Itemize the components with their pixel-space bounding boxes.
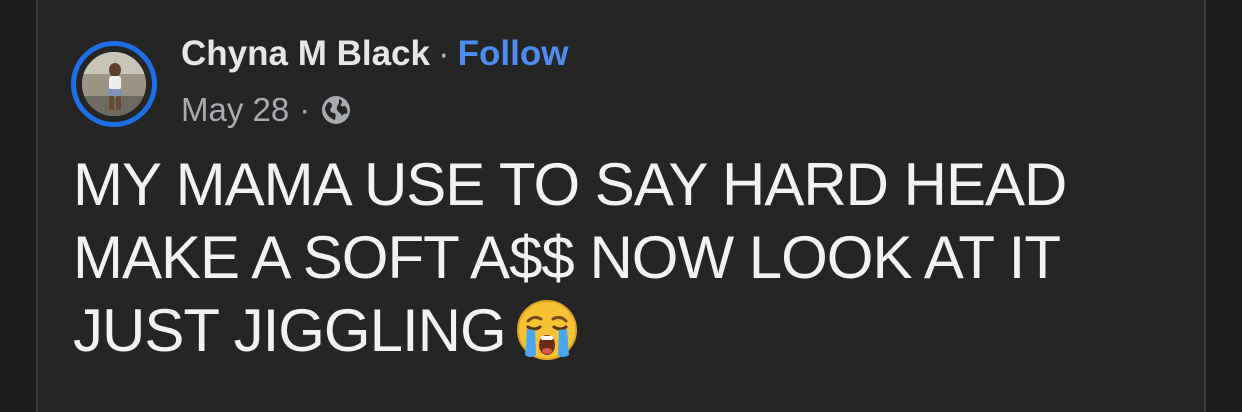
post-body: MY MAMA USE TO SAY HARD HEAD MAKE A SOFT… [73,148,1183,367]
avatar-story-ring[interactable] [71,41,157,127]
follow-button[interactable]: Follow [458,34,569,73]
separator-dot: · [437,34,450,73]
author-name[interactable]: Chyna M Black [181,34,430,73]
post-text-line-content: JUST JIGGLING [73,297,507,364]
card-border-right [1204,0,1206,412]
globe-icon [320,94,352,126]
page-margin-left [0,0,36,412]
post-header: Chyna M Black · Follow May 28 · [181,32,568,130]
card-border-left [36,0,38,412]
page-margin-right [1206,0,1242,412]
post-meta: May 28 · [181,90,568,130]
loudly-crying-face-emoji-icon [516,299,578,361]
meta-separator: · [299,91,311,128]
post-date[interactable]: May 28 [181,90,289,130]
author-line: Chyna M Black · Follow [181,32,568,76]
avatar[interactable] [82,52,146,116]
post-text-line: JUST JIGGLING [73,294,1183,367]
post-text-line: MAKE A SOFT A$$ NOW LOOK AT IT [73,224,1061,291]
post-card: Chyna M Black · Follow May 28 · MY MAMA US… [0,0,1242,412]
avatar-photo [82,52,146,116]
post-text-line: MY MAMA USE TO SAY HARD HEAD [73,151,1067,218]
